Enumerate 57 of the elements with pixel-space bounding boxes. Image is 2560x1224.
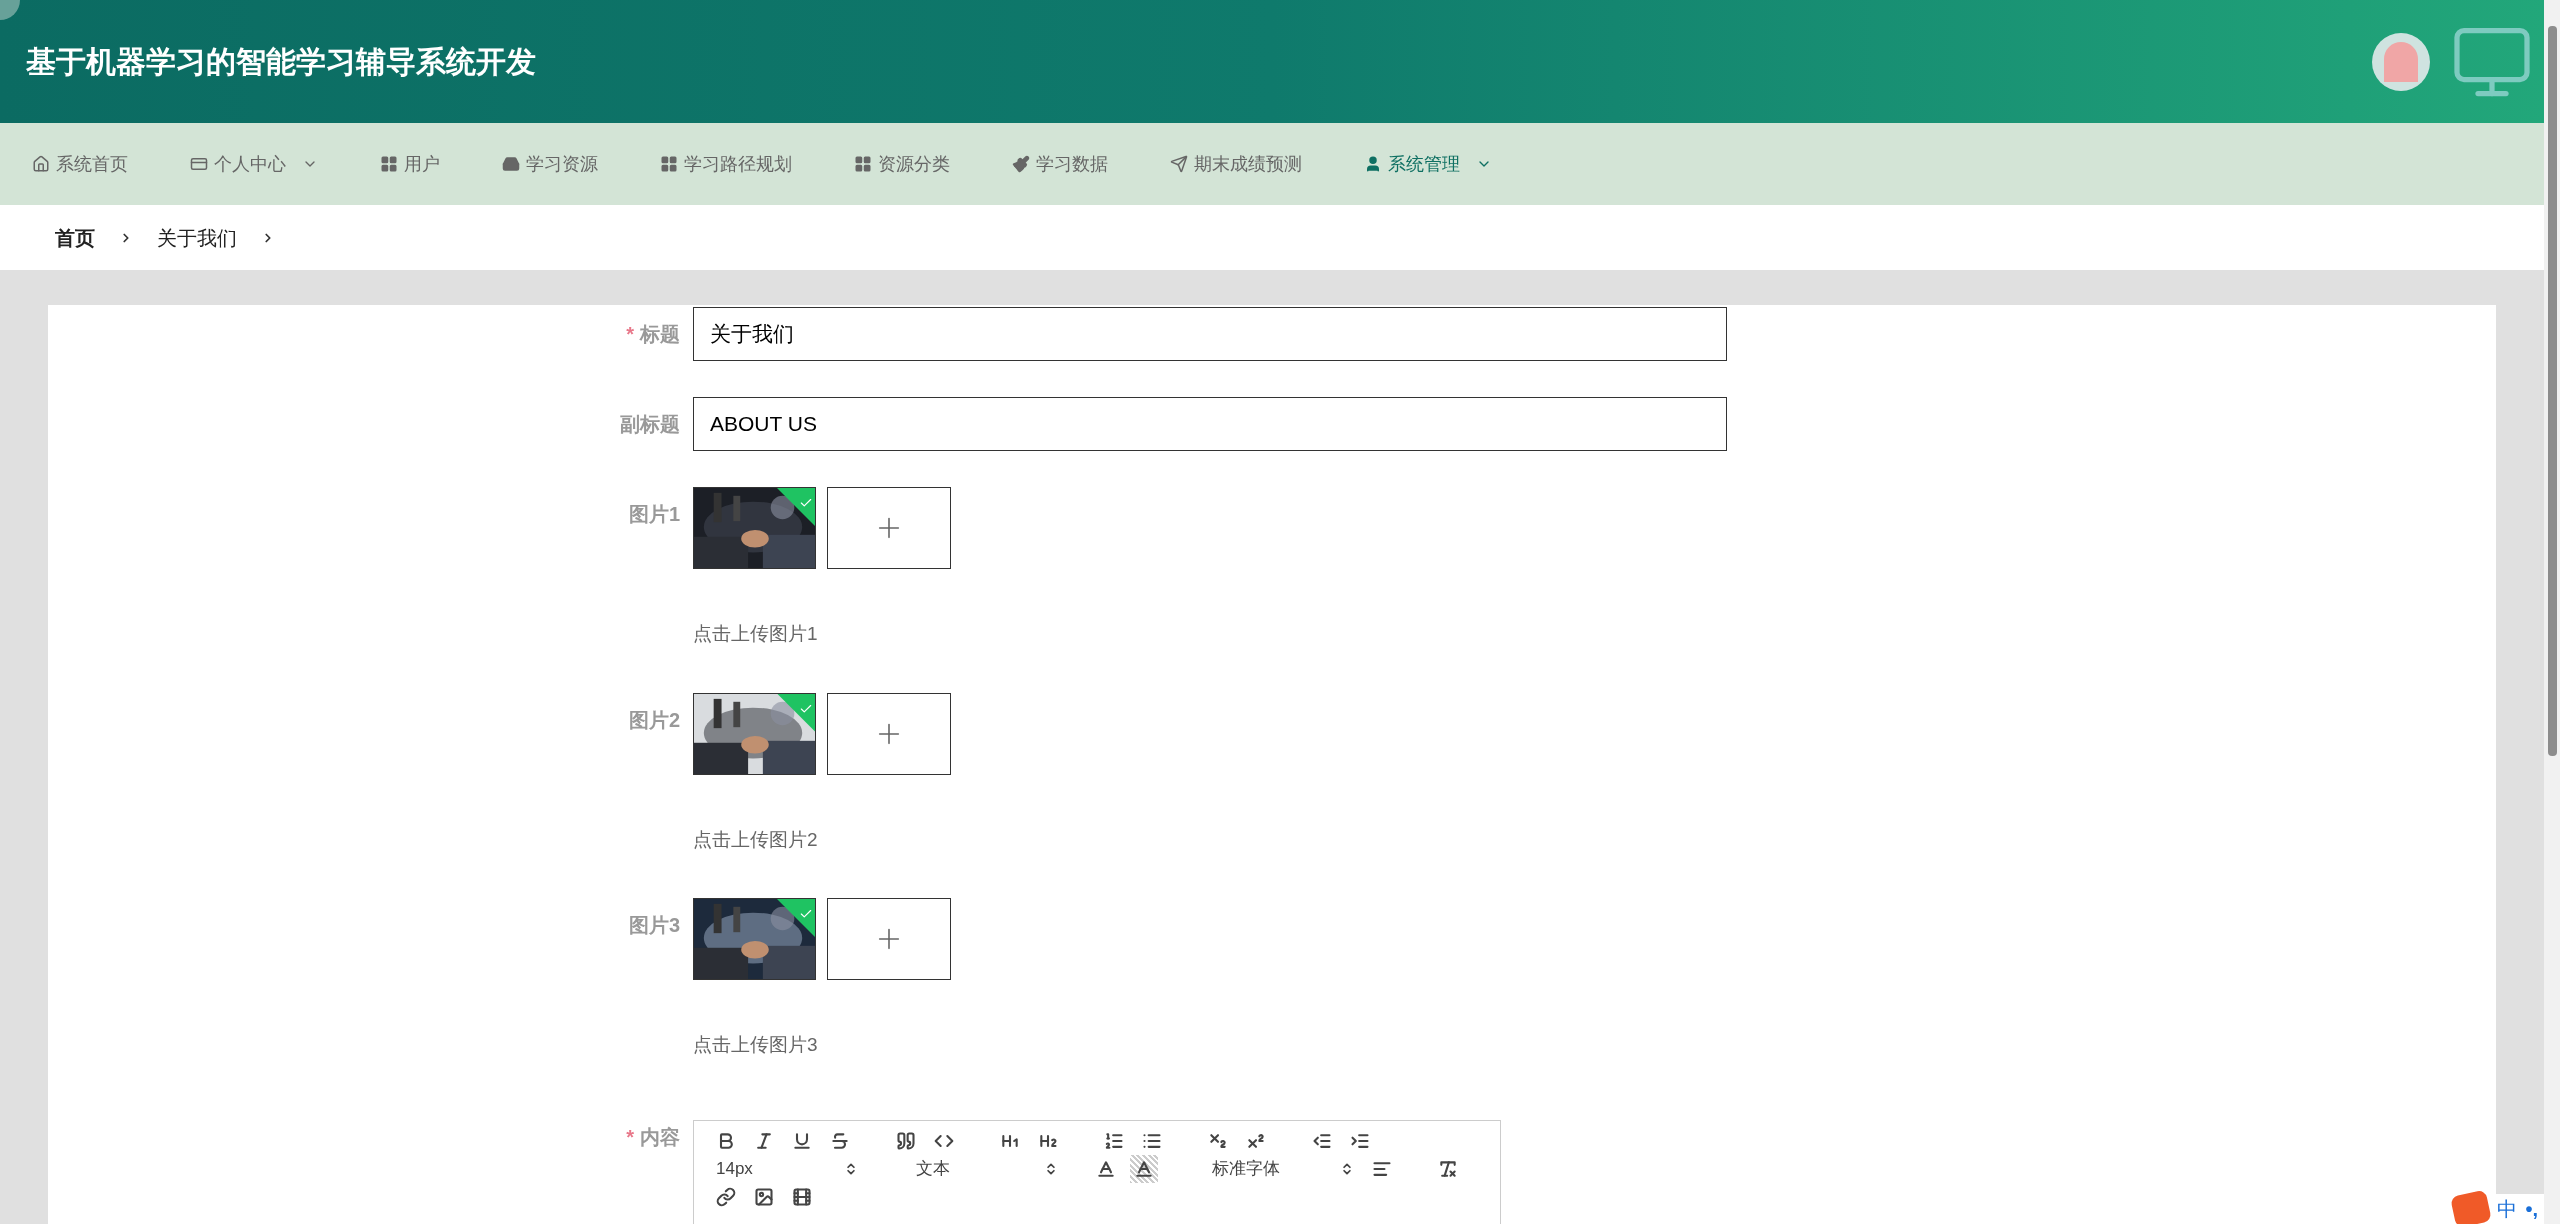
- text-color-icon: [1096, 1158, 1116, 1179]
- nav-item[interactable]: 期末成绩预测: [1170, 150, 1302, 178]
- nav-item[interactable]: 学习资源: [502, 150, 598, 178]
- tray-icon: [502, 155, 520, 173]
- card-icon: [190, 155, 208, 173]
- grid-icon: [854, 155, 872, 173]
- nav-item[interactable]: 用户: [380, 150, 440, 178]
- field-label: 副标题: [619, 412, 680, 437]
- text-field[interactable]: 关于我们: [693, 307, 1727, 361]
- nav-item[interactable]: 系统管理: [1364, 150, 1492, 178]
- strikethrough-icon: [830, 1130, 850, 1151]
- background-color-button[interactable]: [1130, 1154, 1158, 1183]
- upload-button[interactable]: [827, 487, 951, 569]
- link-icon: [716, 1186, 736, 1207]
- upload-button[interactable]: [827, 692, 951, 775]
- field-label: 图片1: [627, 502, 680, 527]
- text-field[interactable]: ABOUT US: [693, 397, 1727, 451]
- breadcrumb-link[interactable]: 首页: [55, 222, 95, 253]
- ime-punctuation: •,: [2525, 1197, 2538, 1222]
- updown-icon: [1340, 1161, 1354, 1176]
- updown-icon: [844, 1161, 858, 1176]
- check-icon: [799, 907, 813, 921]
- nav-item[interactable]: 学习数据: [1012, 150, 1108, 178]
- field-label: 图片3: [627, 913, 680, 938]
- grid-icon: [660, 155, 678, 173]
- video-icon: [792, 1186, 812, 1207]
- image-icon: [754, 1186, 774, 1207]
- size-select[interactable]: 14px: [712, 1155, 862, 1182]
- updown-icon: [1044, 1161, 1058, 1176]
- background-color-icon: [1134, 1158, 1154, 1179]
- field-label: 图片2: [627, 707, 680, 733]
- nav-item[interactable]: 个人中心: [190, 150, 318, 178]
- field-label: * 标题: [625, 322, 680, 347]
- brush-icon: [1012, 155, 1030, 173]
- underline-icon: [792, 1130, 812, 1151]
- home-icon: [32, 155, 50, 173]
- nav-item[interactable]: 系统首页: [32, 150, 128, 178]
- italic-icon: [754, 1130, 774, 1151]
- nav-item[interactable]: 资源分类: [854, 150, 950, 178]
- upload-button[interactable]: [827, 898, 951, 980]
- clear-format-icon: [1438, 1158, 1458, 1179]
- ime-mode: 中: [2497, 1197, 2518, 1222]
- field-label: * 内容: [625, 1124, 680, 1150]
- nav-item[interactable]: 学习路径规划: [660, 150, 792, 178]
- user-icon: [1364, 155, 1382, 173]
- breadcrumb-link[interactable]: 关于我们: [157, 222, 237, 253]
- numbered-list-icon: [1104, 1130, 1124, 1151]
- quote-icon: [896, 1130, 916, 1151]
- grid-icon: [380, 155, 398, 173]
- font-select[interactable]: 标准字体: [1208, 1155, 1358, 1182]
- site-title: 基于机器学习的智能学习辅导系统开发: [26, 44, 536, 80]
- paper-plane-icon: [1170, 155, 1188, 173]
- upload-hint: 点击上传图片3: [693, 1033, 819, 1057]
- upload-hint: 点击上传图片2: [693, 827, 819, 852]
- check-icon: [799, 496, 813, 510]
- heading-select[interactable]: 文本: [912, 1155, 1062, 1182]
- upload-hint: 点击上传图片1: [693, 622, 819, 646]
